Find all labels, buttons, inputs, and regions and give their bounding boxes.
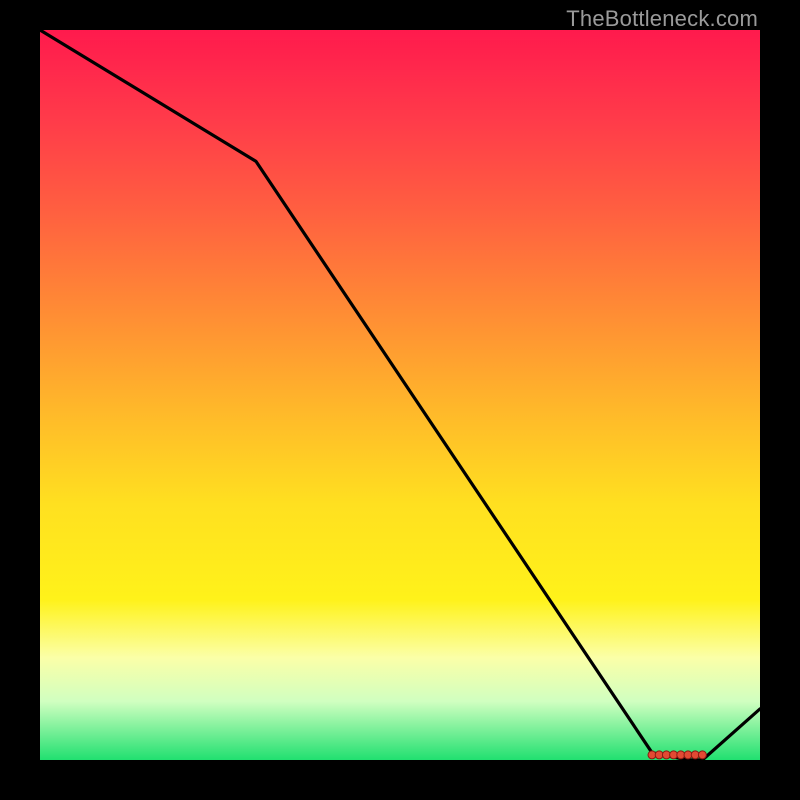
chart-svg (40, 30, 760, 760)
plot-area (40, 30, 760, 760)
series-curve (40, 30, 760, 760)
marker-dot (698, 751, 706, 759)
attribution-text: TheBottleneck.com (566, 6, 758, 32)
chart-stage: TheBottleneck.com (0, 0, 800, 800)
line-curve (40, 30, 760, 760)
